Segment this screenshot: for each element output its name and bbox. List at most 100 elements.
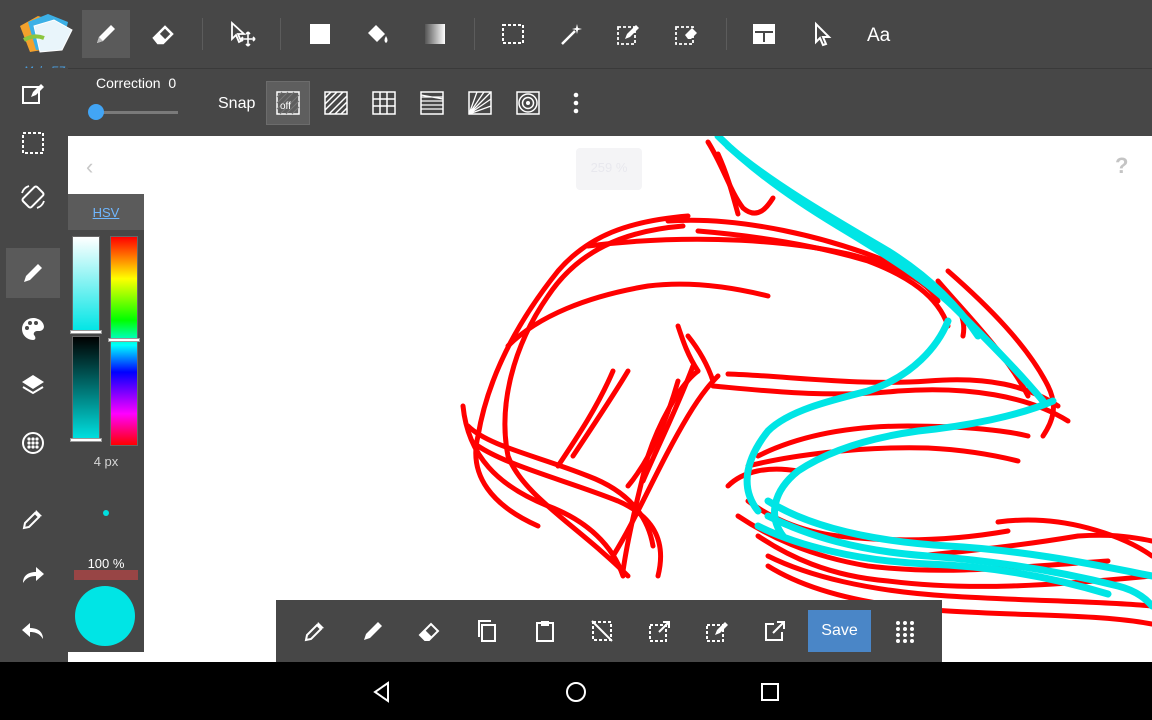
move-tool-button[interactable]: [218, 10, 266, 58]
bottom-action-bar: Save: [276, 600, 942, 662]
toolbar-divider: [202, 18, 203, 50]
nav-recents-button[interactable]: [756, 678, 784, 706]
magic-wand-icon: [561, 24, 582, 45]
bucket-tool-button[interactable]: [353, 10, 401, 58]
opacity-label: 100 %: [87, 556, 125, 571]
fill-rect-tool-button[interactable]: [296, 10, 344, 58]
edit-canvas-button[interactable]: [6, 68, 60, 118]
value-marker[interactable]: [70, 438, 102, 442]
brush-sub-toolbar: Correction 0 Snap off: [68, 68, 1152, 136]
toolbar-divider: [726, 18, 727, 50]
open-external-button[interactable]: [752, 608, 798, 654]
select-pen-tool-button[interactable]: [604, 10, 652, 58]
app-root: Aa MakeEZ: [0, 0, 1152, 720]
hsv-mode-tab[interactable]: HSV: [68, 194, 144, 230]
clipboard-icon: [536, 621, 554, 642]
correction-slider-thumb[interactable]: [88, 104, 104, 120]
save-button[interactable]: Save: [808, 610, 871, 652]
deselect-button[interactable]: [579, 608, 625, 654]
more-options-button[interactable]: [554, 81, 598, 125]
rectangle-icon: [310, 24, 330, 44]
text-tool-button[interactable]: Aa: [856, 10, 904, 58]
material-button[interactable]: [6, 418, 60, 468]
left-sidebar: [0, 68, 68, 662]
external-link-icon: [765, 621, 785, 641]
help-icon[interactable]: ?: [1112, 152, 1134, 178]
gradient-tool-button[interactable]: [411, 10, 459, 58]
layer-frame-tool-button[interactable]: [740, 10, 788, 58]
marquee-icon: [502, 24, 524, 44]
concentric-circles-icon: [516, 91, 540, 115]
hue-marker[interactable]: [108, 338, 140, 342]
snap-perspective-button[interactable]: [410, 81, 454, 125]
drawing-canvas[interactable]: ‹ 259 % ?: [68, 136, 1152, 662]
undo-button[interactable]: [6, 606, 60, 656]
saturation-slider[interactable]: [72, 236, 100, 332]
eraser-tool-button[interactable]: [140, 10, 188, 58]
kebab-menu-icon: [573, 92, 579, 114]
rotate-canvas-button[interactable]: [6, 172, 60, 222]
snap-radial-button[interactable]: [458, 81, 502, 125]
grid-icon: [372, 91, 396, 115]
grid-menu-button[interactable]: [882, 608, 928, 654]
snap-parallel-button[interactable]: [314, 81, 358, 125]
canvas-strokes: [460, 136, 1152, 627]
snap-label: Snap: [218, 95, 256, 112]
svg-text:Aa: Aa: [867, 25, 891, 46]
eyedropper-button[interactable]: [6, 494, 60, 544]
eraser-icon: [418, 622, 440, 641]
snap-off-icon: off: [276, 91, 300, 115]
parallel-lines-icon: [324, 91, 348, 115]
paste-button[interactable]: [522, 608, 568, 654]
select-rect-tool-button[interactable]: [489, 10, 537, 58]
operation-tool-button[interactable]: [798, 10, 846, 58]
eyedropper-icon: [304, 622, 324, 642]
grid-dots-icon: [896, 621, 914, 643]
nav-back-button[interactable]: [368, 678, 396, 706]
value-slider[interactable]: [72, 336, 100, 442]
pen-action-button[interactable]: [350, 608, 396, 654]
color-palette-button[interactable]: [6, 304, 60, 354]
eyedropper-icon: [22, 510, 42, 530]
eyedropper-action-button[interactable]: [292, 608, 338, 654]
opacity-slider[interactable]: [74, 570, 138, 580]
gradient-icon: [425, 24, 445, 44]
collapse-panel-arrow[interactable]: ‹: [86, 154, 93, 180]
brush-button[interactable]: [6, 248, 60, 298]
correction-slider-track[interactable]: [96, 111, 178, 114]
perspective-lines-icon: [420, 91, 444, 115]
pen-icon: [364, 622, 382, 640]
transform-button[interactable]: [637, 608, 683, 654]
red-strokes: [460, 139, 1152, 627]
snap-grid-button[interactable]: [362, 81, 406, 125]
zoom-level-text: 259 %: [590, 160, 628, 175]
eraser-action-button[interactable]: [407, 608, 453, 654]
transform-icon: [649, 621, 670, 642]
back-triangle-icon: [373, 681, 389, 703]
copy-icon: [478, 620, 496, 642]
cursor-icon: [815, 21, 832, 47]
select-eraser-tool-button[interactable]: [662, 10, 710, 58]
correction-text: Correction: [96, 75, 161, 91]
pen-tool-button[interactable]: [82, 10, 130, 58]
snap-concentric-button[interactable]: [506, 81, 550, 125]
system-nav-bar: [0, 662, 1152, 720]
toolbar-divider: [474, 18, 475, 50]
radial-lines-icon: [468, 91, 492, 115]
current-color-swatch[interactable]: [75, 586, 135, 646]
select-pen-icon: [617, 25, 639, 45]
move-icon: [231, 20, 256, 47]
color-panel: HSV 4 px 100 %: [68, 194, 144, 652]
copy-button[interactable]: [464, 608, 510, 654]
undo-icon: [22, 623, 43, 639]
edit-selection-button[interactable]: [694, 608, 740, 654]
redo-button[interactable]: [6, 550, 60, 600]
brush-size-preview[interactable]: [103, 510, 109, 516]
nav-home-button[interactable]: [562, 678, 590, 706]
layers-button[interactable]: [6, 360, 60, 410]
saturation-marker[interactable]: [70, 330, 102, 334]
redo-icon: [23, 567, 44, 583]
magic-wand-tool-button[interactable]: [547, 10, 595, 58]
selection-button[interactable]: [6, 118, 60, 168]
snap-off-button[interactable]: off: [266, 81, 310, 125]
